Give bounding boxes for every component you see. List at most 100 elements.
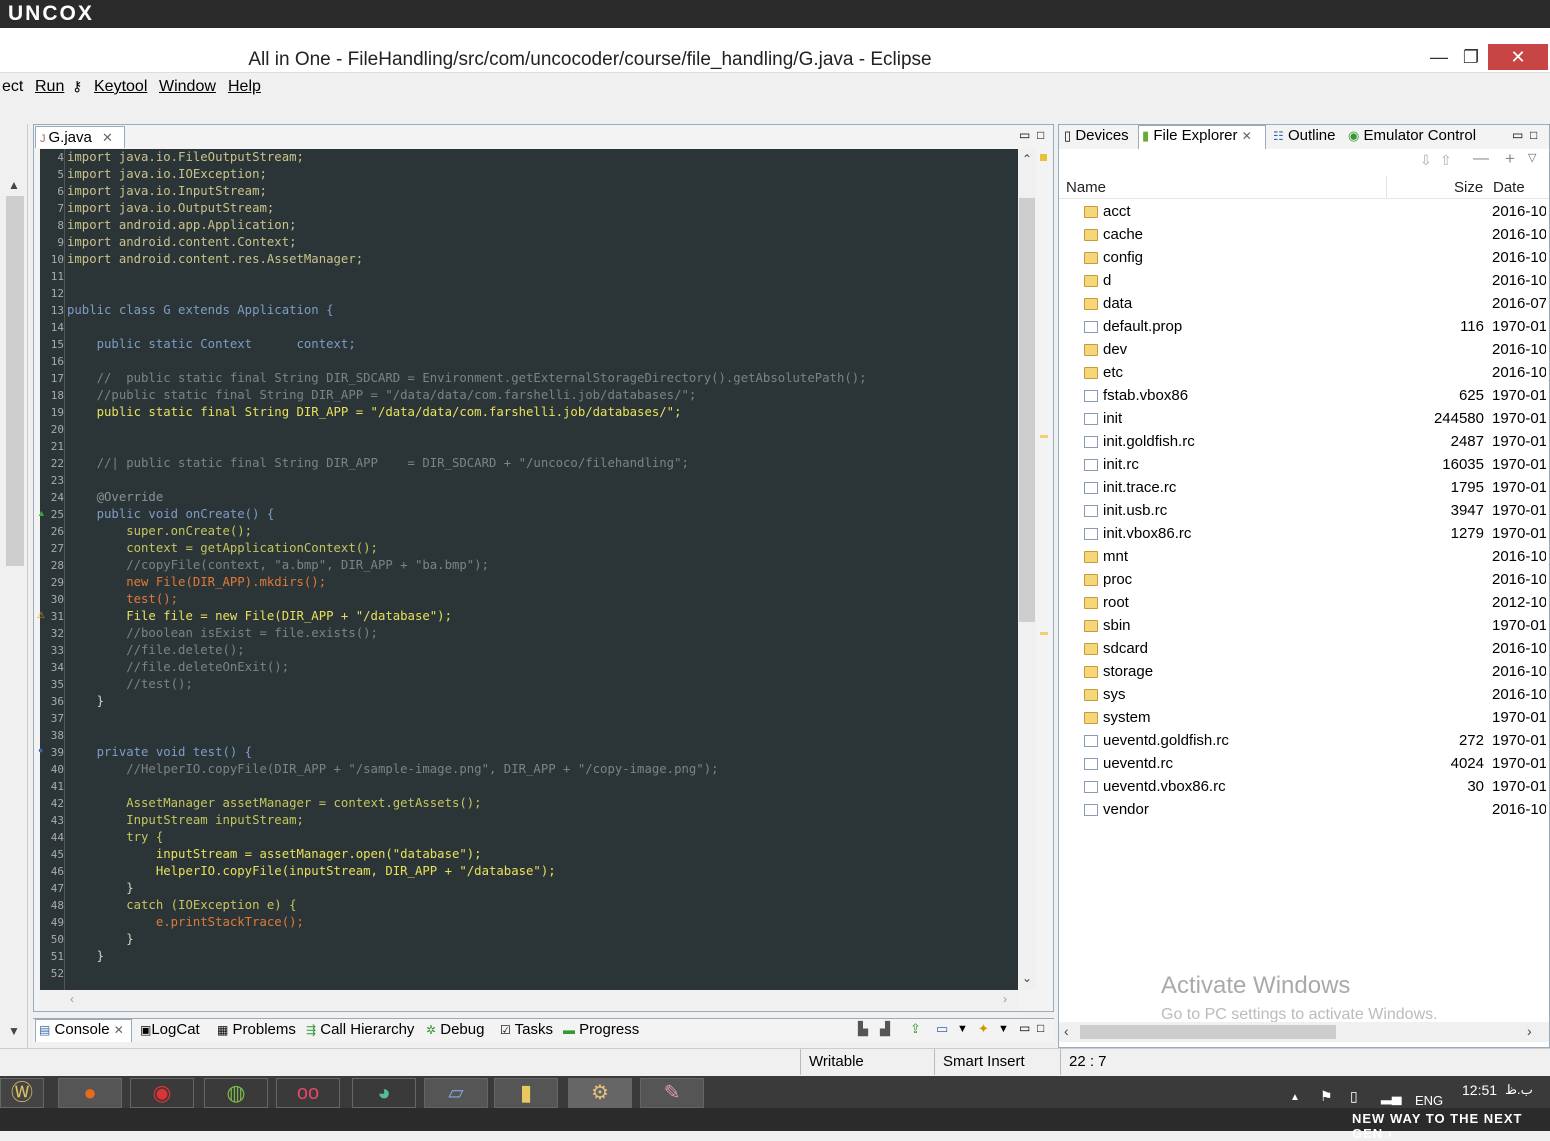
scroll-lock-icon[interactable]: ▟ (880, 1021, 890, 1037)
maximize-view-icon[interactable]: □ (1037, 1021, 1044, 1035)
scroll-right-icon[interactable]: › (1003, 992, 1007, 1006)
column-divider[interactable] (1386, 176, 1387, 198)
taskbar-app-globe[interactable]: ◕ (352, 1078, 416, 1108)
file-row[interactable] (1060, 591, 1548, 614)
taskbar-eclipse[interactable]: ⚙ (568, 1078, 632, 1108)
file-row[interactable] (1060, 361, 1548, 384)
code-line[interactable]: import java.io.InputStream; (67, 183, 267, 200)
code-line[interactable]: //file.delete(); (67, 642, 244, 659)
chevron-down-icon[interactable]: ▼ (8, 1024, 20, 1038)
taskbar-paint[interactable]: ✎ (640, 1078, 704, 1108)
taskbar-app-notes[interactable]: ▱ (424, 1078, 488, 1108)
maximize-view-icon[interactable]: □ (1037, 128, 1044, 142)
code-line[interactable]: //test(); (67, 676, 193, 693)
code-line[interactable]: //| public static final String DIR_APP =… (67, 455, 689, 472)
code-line[interactable]: } (67, 693, 104, 710)
code-line[interactable]: import java.io.IOException; (67, 166, 267, 183)
chevron-up-icon[interactable]: ▲ (8, 178, 20, 192)
tab-file-explorer[interactable]: ▮ File Explorer ✕ (1142, 127, 1252, 144)
clock[interactable]: 12:51 (1462, 1082, 1497, 1098)
tab-close-icon[interactable]: ✕ (102, 130, 113, 145)
column-name[interactable]: Name (1066, 179, 1106, 196)
code-line[interactable]: private void test() { (67, 744, 252, 761)
chevron-down-icon[interactable]: ▼ (957, 1023, 968, 1035)
code-line[interactable]: catch (IOException e) { (67, 897, 296, 914)
scroll-right-icon[interactable]: › (1527, 1023, 1532, 1039)
code-line[interactable]: //boolean isExist = file.exists(); (67, 625, 378, 642)
minimize-view-icon[interactable]: ▭ (1019, 128, 1030, 142)
file-row[interactable] (1060, 338, 1548, 361)
battery-icon[interactable]: ▯ (1350, 1088, 1358, 1105)
push-file-icon[interactable]: ⇧ (1440, 152, 1452, 169)
editor-horizontal-scrollbar[interactable] (40, 990, 1018, 1010)
taskbar-explorer[interactable]: ▮ (494, 1078, 558, 1108)
code-line[interactable]: import java.io.OutputStream; (67, 200, 274, 217)
pin-console-icon[interactable]: ⇪ (910, 1021, 921, 1037)
code-line[interactable]: public static final String DIR_APP = "/d… (67, 404, 682, 421)
tab-devices[interactable]: ▯ Devices (1064, 127, 1129, 144)
file-row[interactable] (1060, 292, 1548, 315)
taskbar-app-green[interactable]: ◍ (204, 1078, 268, 1108)
column-date[interactable]: Date (1493, 179, 1525, 196)
clear-console-icon[interactable]: ▙ (858, 1021, 868, 1037)
tab-close-icon[interactable]: ✕ (114, 1023, 124, 1037)
code-line[interactable]: File file = new File(DIR_APP + "/databas… (67, 608, 452, 625)
taskbar-chrome[interactable]: ◉ (130, 1078, 194, 1108)
chevron-down-icon[interactable]: ▼ (998, 1023, 1009, 1035)
tab-console[interactable]: ▤ Console ✕ (39, 1021, 124, 1038)
code-line[interactable]: } (67, 948, 104, 965)
start-button[interactable]: Ⓦ (0, 1078, 44, 1108)
open-console-icon[interactable]: ✦ (978, 1021, 989, 1037)
editor-scroll-thumb[interactable] (1019, 198, 1035, 622)
scroll-left-icon[interactable]: ‹ (1064, 1023, 1069, 1039)
flag-icon[interactable]: ⚑ (1320, 1088, 1333, 1105)
code-line[interactable]: import java.io.FileOutputStream; (67, 149, 304, 166)
scroll-down-icon[interactable]: ⌄ (1022, 971, 1032, 985)
minimize-view-icon[interactable]: ▭ (1512, 128, 1523, 142)
display-console-icon[interactable]: ▭ (936, 1021, 948, 1037)
code-line[interactable]: //copyFile(context, "a.bmp", DIR_APP + "… (67, 557, 489, 574)
code-line[interactable]: public void onCreate() { (67, 506, 275, 523)
file-row[interactable] (1060, 568, 1548, 591)
code-line[interactable]: //public static final String DIR_APP = "… (67, 387, 697, 404)
code-line[interactable]: new File(DIR_APP).mkdirs(); (67, 574, 326, 591)
language-indicator[interactable]: ENG (1415, 1093, 1443, 1108)
tab-tasks[interactable]: ☑ Tasks (500, 1021, 553, 1038)
file-row[interactable] (1060, 545, 1548, 568)
code-line[interactable]: } (67, 880, 133, 897)
code-line[interactable]: context = getApplicationContext(); (67, 540, 378, 557)
code-line[interactable]: inputStream = assetManager.open("databas… (67, 846, 482, 863)
scroll-up-icon[interactable]: ⌃ (1022, 152, 1032, 166)
menu-help[interactable]: Help (228, 78, 261, 96)
code-line[interactable]: import android.app.Application; (67, 217, 297, 234)
tab-debug[interactable]: ✲ Debug (426, 1021, 484, 1038)
ruler-annotation[interactable] (1040, 632, 1048, 635)
code-line[interactable]: e.printStackTrace(); (67, 914, 304, 931)
taskbar-firefox[interactable]: ● (58, 1078, 122, 1108)
menu-keytool[interactable]: Keytool (94, 78, 147, 96)
minimize-view-icon[interactable]: ▭ (1019, 1021, 1030, 1035)
code-line[interactable]: public class G extends Application { (67, 302, 334, 319)
code-line[interactable]: //HelperIO.copyFile(DIR_APP + "/sample-i… (67, 761, 718, 778)
file-row[interactable] (1060, 614, 1548, 637)
signal-icon[interactable]: ▂▄ (1381, 1088, 1402, 1105)
code-line[interactable]: @Override (67, 489, 164, 506)
column-size[interactable]: Size (1454, 179, 1483, 196)
code-line[interactable]: AssetManager assetManager = context.getA… (67, 795, 481, 812)
tab-emulator-control[interactable]: ◉ Emulator Control (1348, 127, 1476, 144)
menu-project[interactable]: ect (2, 78, 23, 96)
delete-icon[interactable]: — (1473, 150, 1489, 168)
menu-run[interactable]: Run (35, 78, 64, 96)
tab-logcat[interactable]: ▣LogCat (140, 1021, 200, 1038)
view-menu-icon[interactable]: ▽ (1528, 151, 1536, 164)
file-row[interactable] (1060, 683, 1548, 706)
code-line[interactable]: HelperIO.copyFile(inputStream, DIR_APP +… (67, 863, 556, 880)
code-line[interactable]: //file.deleteOnExit(); (67, 659, 289, 676)
taskbar-app-flickr[interactable]: oo (276, 1078, 340, 1108)
file-explorer-scroll-thumb[interactable] (1080, 1025, 1336, 1039)
code-line[interactable]: // public static final String DIR_SDCARD… (67, 370, 867, 387)
tab-problems[interactable]: ▦ Problems (217, 1021, 296, 1038)
tab-progress[interactable]: ▬ Progress (563, 1021, 639, 1038)
code-line[interactable]: InputStream inputStream; (67, 812, 304, 829)
scroll-left-icon[interactable]: ‹ (70, 992, 74, 1006)
